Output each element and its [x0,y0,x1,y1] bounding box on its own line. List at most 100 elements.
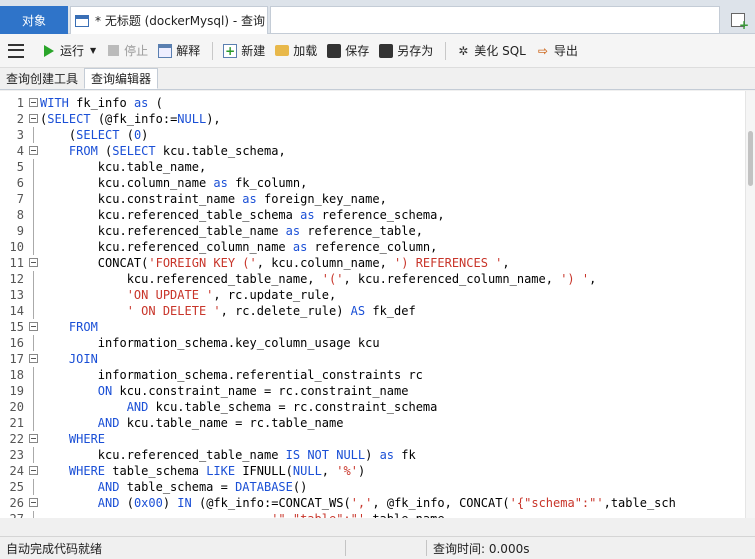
fold-toggle-icon[interactable] [29,114,38,123]
fold-toggle-icon[interactable] [29,98,38,107]
tab-query-builder[interactable]: 查询创建工具 [0,68,84,89]
add-tab-icon [731,13,749,32]
code-token: kcu.table_schema, [155,144,286,158]
code-line: 2 (SELECT (@fk_info:=NULL), [0,111,745,127]
code-token: ( [40,128,77,142]
vertical-scrollbar[interactable] [745,91,755,518]
code-token: IFNULL( [235,464,293,478]
status-message: 自动完成代码就绪 [6,541,103,556]
fold-toggle-icon[interactable] [29,498,38,507]
line-number: 24 [9,464,24,478]
code-token: ) [141,128,149,142]
tab-query[interactable]: * 无标题 (dockerMysql) - 查询 [70,6,268,34]
fold-guide [33,127,34,143]
query-time: 查询时间: 0.000s [433,541,530,556]
fold-guide [33,191,34,207]
line-number: 9 [16,224,24,238]
code-line: 24 WHERE table_schema LIKE IFNULL(NULL, … [0,463,745,479]
sql-editor[interactable]: 1 WITH fk_info as (2 (SELECT (@fk_info:=NU… [0,91,755,518]
status-bar: 自动完成代码就绪 查询时间: 0.000s [0,536,755,559]
status-divider [345,540,346,556]
line-number: 22 [9,432,24,446]
new-query-icon: + [223,43,238,58]
fold-toggle-icon[interactable] [29,466,38,475]
fold-toggle-icon[interactable] [29,146,38,155]
beautify-label: 美化 SQL [474,44,526,58]
code-text: WITH fk_info as ( [40,95,163,111]
line-number: 20 [9,400,24,414]
code-token: (@fk_info:= [90,112,178,126]
code-text: kcu.constraint_name as foreign_key_name, [40,191,387,207]
code-token: AND [97,416,120,430]
code-token: IS NOT NULL [285,448,366,462]
code-token: , rc.delete_rule) [220,304,351,318]
line-number: 14 [9,304,24,318]
fold-toggle-icon[interactable] [29,258,38,267]
code-text: 'ON UPDATE ', rc.update_rule, [40,287,337,303]
beautify-sql-button[interactable]: ✲ 美化 SQL [452,38,530,64]
code-text: kcu.table_name, [40,159,206,175]
run-button[interactable]: 运行 ▼ [38,38,100,64]
save-button[interactable]: 保存 [323,38,373,64]
code-token: kcu.column_name [40,176,214,190]
folder-icon [275,45,290,56]
load-label: 加载 [293,44,318,58]
fold-guide [33,511,34,518]
fold-toggle-icon[interactable] [29,434,38,443]
code-token: table_schema [105,464,207,478]
new-button[interactable]: + 新建 [219,38,269,64]
code-text: kcu.referenced_table_name, '(', kcu.refe… [40,271,597,287]
code-token: , [321,464,337,478]
code-text: kcu.referenced_table_name as reference_t… [40,223,423,239]
code-line: 5 kcu.table_name, [0,159,745,175]
export-button[interactable]: ⇨ 导出 [532,38,582,64]
code-token: 0x00 [133,496,163,510]
code-token: CONCAT( [40,256,149,270]
code-text: WHERE [40,431,105,447]
explain-button[interactable]: 解释 [154,38,204,64]
code-line: 10 kcu.referenced_column_name as referen… [0,239,745,255]
fold-toggle-icon[interactable] [29,322,38,331]
tab-objects[interactable]: 对象 [0,6,68,34]
line-number: 26 [9,496,24,510]
code-token: NULL [292,464,322,478]
code-token: fk [394,448,416,462]
magic-wand-icon: ✲ [458,43,469,58]
code-text: CONCAT('FOREIGN KEY (', kcu.column_name,… [40,255,510,271]
line-number: 27 [0,511,24,518]
new-label: 新建 [241,44,266,58]
menu-icon[interactable] [8,43,24,58]
code-token: as [133,96,149,110]
fold-guide [33,447,34,463]
stop-button[interactable]: 停止 [102,38,152,64]
code-token: SELECT [76,128,120,142]
code-text: FROM [40,319,98,335]
load-button[interactable]: 加载 [271,38,321,64]
line-number: 16 [9,336,24,350]
fold-guide [33,399,34,415]
code-token: IN [177,496,192,510]
new-tab-button[interactable] [723,6,753,34]
code-token: as [213,176,228,190]
code-token: LIKE [206,464,236,478]
line-number: 7 [16,192,24,206]
line-number: 13 [9,288,24,302]
save-as-button[interactable]: 另存为 [375,38,437,64]
tab-query-editor[interactable]: 查询编辑器 [84,68,159,89]
code-line: 13 'ON UPDATE ', rc.update_rule, [0,287,745,303]
fold-guide [33,383,34,399]
fold-guide [33,287,34,303]
fold-toggle-icon[interactable] [29,354,38,363]
code-token: AS [350,304,366,318]
line-number: 1 [16,96,24,110]
code-text: (SELECT (0) [40,127,149,143]
chevron-down-icon[interactable]: ▼ [90,46,96,55]
fold-guide [33,479,34,495]
scrollbar-thumb[interactable] [748,131,753,186]
code-text: ON kcu.constraint_name = rc.constraint_n… [40,383,409,399]
code-token: () [292,480,308,494]
save-label: 保存 [345,44,370,58]
